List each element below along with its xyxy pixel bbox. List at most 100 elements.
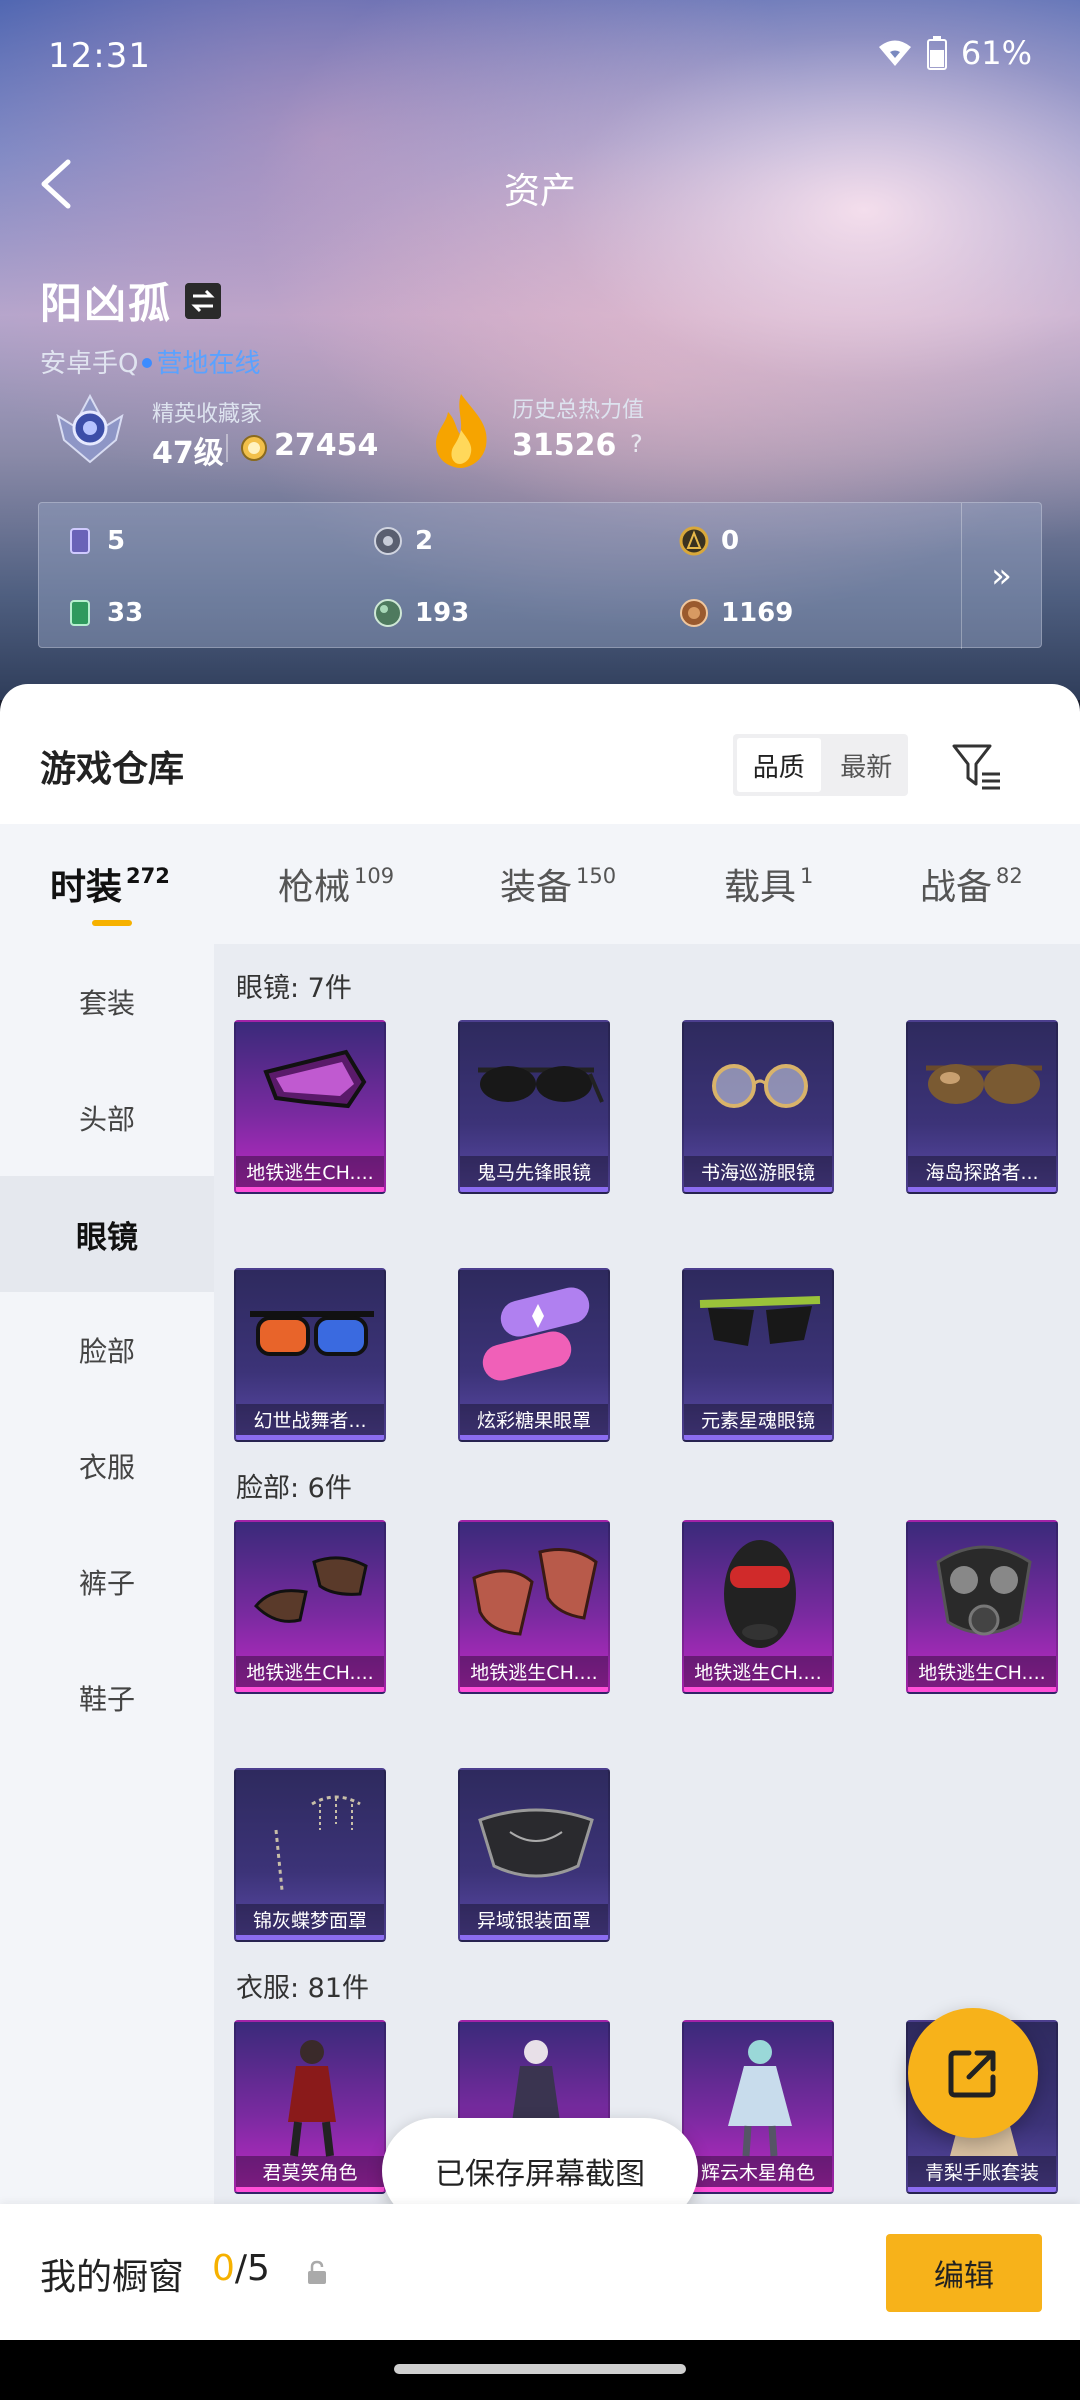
item-card[interactable]: 海岛探路者...	[906, 1020, 1058, 1194]
status-icons: 61%	[877, 34, 1032, 72]
item-card[interactable]: 君莫笑角色	[234, 2020, 386, 2194]
currency-value: 0	[721, 526, 740, 556]
help-icon[interactable]: ?	[630, 430, 643, 458]
battery-icon	[926, 36, 947, 70]
currency-panel[interactable]: 5 2 0 33 193 1169 »	[38, 502, 1042, 649]
item-name: 幻世战舞者...	[236, 1404, 384, 1440]
sort-latest-button[interactable]: 最新	[825, 734, 909, 796]
tab-count: 150	[576, 864, 617, 888]
item-card[interactable]: 幻世战舞者...	[234, 1268, 386, 1442]
home-indicator[interactable]	[394, 2364, 686, 2374]
item-card[interactable]: 地铁逃生CH....	[682, 1520, 834, 1694]
online-dot	[142, 358, 153, 368]
tab-guns[interactable]: 枪械 109	[278, 858, 394, 910]
sidebar-item-shoes[interactable]: 鞋子	[0, 1640, 214, 1756]
item-card[interactable]: 地铁逃生CH....	[234, 1020, 386, 1194]
item-card[interactable]: 异域银装面罩	[458, 1768, 610, 1942]
gas-mask-icon	[936, 1545, 1032, 1636]
coin-value: 27454	[274, 428, 379, 463]
share-icon	[948, 2050, 996, 2098]
tab-equipment[interactable]: 装备 150	[500, 858, 616, 910]
tab-vehicles[interactable]: 载具 1	[724, 858, 813, 910]
heat-value: 31526	[512, 428, 617, 463]
edit-button[interactable]: 编辑	[886, 2234, 1042, 2312]
item-name: 地铁逃生CH....	[236, 1656, 384, 1692]
item-card[interactable]: 地铁逃生CH....	[234, 1520, 386, 1694]
sidebar-item-glasses[interactable]: 眼镜	[0, 1176, 214, 1292]
silver-mask-icon	[478, 1808, 594, 1878]
warehouse-header: 游戏仓库 品质 最新	[0, 684, 1080, 824]
tab-label: 时装	[50, 867, 123, 908]
share-button[interactable]	[908, 2008, 1038, 2138]
section-title-face: 脸部: 6件	[236, 1473, 352, 1504]
section-title-clothes: 衣服: 81件	[236, 1973, 370, 2004]
chain-mask-icon	[274, 1795, 361, 1891]
sidebar-item-clothes[interactable]: 衣服	[0, 1408, 214, 1524]
coin-icon	[241, 435, 267, 461]
tab-count: 82	[996, 864, 1023, 888]
gear-coin-icon	[374, 527, 402, 555]
item-card[interactable]: 地铁逃生CH....	[906, 1520, 1058, 1694]
warehouse-sheet: 游戏仓库 品质 最新 时装 272 枪械 109 装备 150 载具 1 战备 82 套装…	[0, 684, 1080, 2204]
sidebar-item-pants[interactable]: 裤子	[0, 1524, 214, 1640]
item-card[interactable]: 元素星魂眼镜	[682, 1268, 834, 1442]
currency-value: 33	[107, 598, 144, 628]
item-card[interactable]: 书海巡游眼镜	[682, 1020, 834, 1194]
sunglasses-icon	[478, 1066, 604, 1103]
item-card[interactable]: 锦灰蝶梦面罩	[234, 1768, 386, 1942]
item-name: 地铁逃生CH....	[460, 1656, 608, 1692]
heat-title: 历史总热力值	[512, 398, 645, 423]
item-name: 君莫笑角色	[236, 2156, 384, 2192]
balaclava-icon	[724, 1540, 796, 1648]
item-card[interactable]: 鬼马先锋眼镜	[458, 1020, 610, 1194]
goggles-icon	[263, 1049, 367, 1109]
profile-block: 阳凶孤 安卓手Q 营地在线	[40, 270, 260, 380]
battery-level: 61%	[960, 34, 1032, 72]
showcase-current: 0	[212, 2248, 235, 2289]
collector-rank-badge-icon	[56, 393, 124, 464]
card-icon	[70, 528, 90, 554]
sport-glasses-icon	[699, 1296, 821, 1346]
platform-name: 安卓手Q	[40, 349, 139, 379]
player-name: 阳凶孤	[40, 279, 173, 328]
more-currency-button[interactable]: »	[961, 503, 1041, 649]
sidebar-item-head[interactable]: 头部	[0, 1060, 214, 1176]
item-name: 地铁逃生CH....	[684, 1656, 832, 1692]
gold-emblem-icon	[679, 526, 709, 556]
character-icon	[288, 2040, 336, 2157]
item-card[interactable]: 辉云木星角色	[682, 2020, 834, 2194]
item-name: 地铁逃生CH....	[908, 1656, 1056, 1692]
currency-item: 2	[373, 521, 433, 561]
tab-label: 战备	[920, 867, 993, 908]
sidebar-item-suits[interactable]: 套装	[0, 944, 214, 1060]
rank-title: 精英收藏家	[152, 402, 263, 427]
item-name: 炫彩糖果眼罩	[460, 1404, 608, 1440]
tab-count: 109	[354, 864, 395, 888]
divider	[226, 434, 228, 462]
tab-label: 载具	[724, 867, 797, 908]
stats-row: 精英收藏家 47级 27454 历史总热力值 31526 ?	[50, 390, 1050, 471]
online-status: 营地在线	[156, 349, 261, 379]
item-name: 辉云木星角色	[684, 2156, 832, 2192]
switch-account-icon[interactable]	[185, 282, 222, 319]
status-bar: 12:31 61%	[0, 0, 1080, 110]
section-title-glasses: 眼镜: 7件	[236, 973, 352, 1004]
currency-item: 1169	[679, 593, 793, 633]
hero-banner: 12:31 61% 资产 阳凶孤 安卓手Q 营地在线 精英收藏家 47级 274…	[0, 0, 1080, 700]
warehouse-title: 游戏仓库	[40, 749, 185, 790]
flame-icon	[436, 394, 487, 468]
sort-quality-button[interactable]: 品质	[737, 738, 821, 792]
tab-count: 1	[800, 864, 814, 888]
item-card[interactable]: 地铁逃生CH....	[458, 1520, 610, 1694]
neon-glasses-icon	[250, 1311, 374, 1356]
sidebar-item-face[interactable]: 脸部	[0, 1292, 214, 1408]
item-card[interactable]: 炫彩糖果眼罩	[458, 1268, 610, 1442]
tab-fashion[interactable]: 时装 272	[50, 858, 170, 910]
active-tab-indicator	[92, 920, 132, 926]
filter-icon[interactable]	[950, 742, 1006, 794]
tab-supplies[interactable]: 战备 82	[920, 858, 1023, 910]
currency-value: 5	[107, 526, 126, 556]
item-name: 海岛探路者...	[908, 1156, 1056, 1192]
status-time: 12:31	[48, 36, 151, 76]
face-mask-icon	[253, 1556, 368, 1623]
